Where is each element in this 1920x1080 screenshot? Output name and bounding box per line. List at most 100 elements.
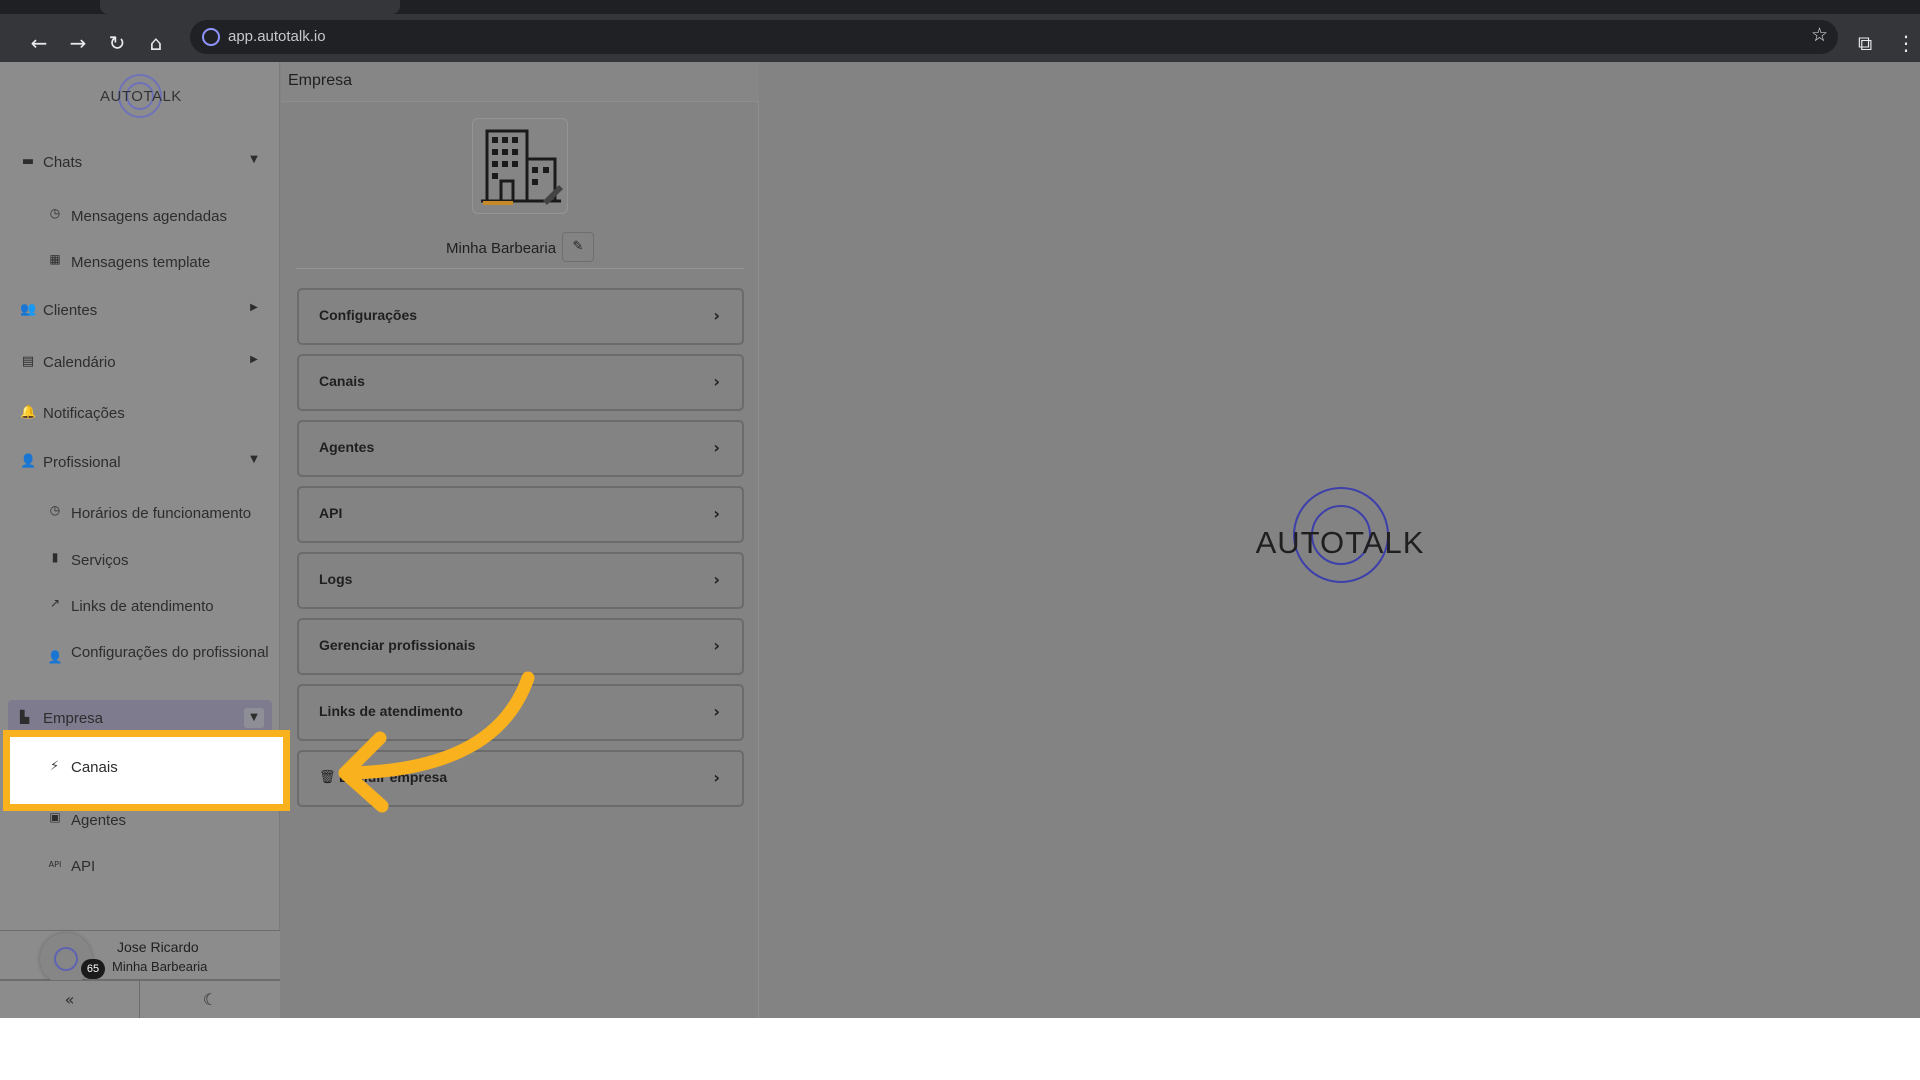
sidebar-item-label: Chats [43, 154, 83, 171]
building-icon: ▙ [20, 710, 30, 724]
menu-agentes-button[interactable]: Agentes › [297, 420, 744, 477]
caret-down-icon[interactable]: ▼ [244, 708, 264, 728]
menu-logs-button[interactable]: Logs › [297, 552, 744, 609]
sidebar-item-label: Links de atendimento [71, 598, 214, 615]
double-chevron-left-icon[interactable]: « [0, 981, 140, 1018]
sidebar: AUTOTALK ▬ Chats ▼ ◷ Mensagens agendadas… [0, 62, 280, 1018]
caret-down-icon[interactable]: ▼ [244, 454, 264, 465]
sidebar-item-mensagens-agendadas[interactable]: ◷ Mensagens agendadas [0, 200, 280, 230]
sidebar-item-mensagens-template[interactable]: ▦ Mensagens template [0, 246, 280, 276]
menu-excluir-empresa-button[interactable]: 🗑 Excluir empresa › [297, 750, 744, 807]
sidebar-item-links-atendimento[interactable]: ↗ Links de atendimento [0, 590, 280, 620]
menu-label: Agentes [319, 439, 375, 455]
caret-right-icon[interactable]: ▶ [244, 354, 264, 365]
user-cog-icon: 👤 [47, 650, 63, 664]
chevron-right-icon: › [713, 570, 720, 589]
moon-icon[interactable]: ☾ [140, 981, 280, 1018]
sidebar-item-label: Serviços [71, 552, 129, 569]
kebab-menu-icon[interactable]: ⋮ [1896, 28, 1916, 58]
star-icon[interactable]: ☆ [1811, 24, 1828, 46]
home-icon[interactable]: ⌂ [141, 28, 171, 58]
menu-gerenciar-profissionais-button[interactable]: Gerenciar profissionais › [297, 618, 744, 675]
sidebar-item-label: Horários de funcionamento [71, 505, 252, 522]
browser-toolbar: ← → ↻ ⌂ app.autotalk.io ☆ ⧉ ⋮ [0, 14, 1920, 62]
main-logo-text: AUTOTALK [1255, 525, 1425, 560]
user-company: Minha Barbearia [112, 959, 208, 974]
clipboard-icon: ▮ [51, 550, 59, 564]
forward-icon[interactable]: → [63, 28, 93, 58]
sidebar-item-label: Clientes [43, 302, 98, 319]
edit-icon: ✎ [572, 239, 584, 254]
address-bar-url[interactable]: app.autotalk.io [228, 28, 326, 45]
sidebar-item-profissional[interactable]: 👤 Profissional ▼ [0, 448, 280, 478]
company-name: Minha Barbearia [446, 240, 557, 257]
reload-icon[interactable]: ↻ [102, 28, 132, 58]
sidebar-item-label: Canais [71, 759, 118, 776]
browser-tabstrip [0, 0, 1920, 14]
company-panel: Empresa Minha Barbearia ✎ Configurações … [281, 62, 759, 1018]
chevron-right-icon: › [713, 306, 720, 325]
menu-label: API [319, 505, 343, 521]
sidebar-item-notificacoes[interactable]: 🔔 Notificações [0, 399, 280, 429]
menu-api-button[interactable]: API › [297, 486, 744, 543]
sidebar-item-label: Notificações [43, 405, 125, 422]
calendar-icon: ▤ [21, 354, 35, 369]
logo-text: AUTOTALK [100, 88, 182, 105]
users-icon: 👥 [20, 302, 37, 317]
main-logo: AUTOTALK [1255, 487, 1425, 599]
sidebar-item-label: Calendário [43, 354, 116, 371]
sidebar-item-label: Mensagens template [71, 254, 211, 271]
chevron-right-icon: › [713, 768, 720, 787]
sidebar-item-canais[interactable]: ⚡ Canais [3, 730, 290, 811]
api-icon: API [48, 860, 62, 869]
sidebar-item-label: Empresa [43, 710, 104, 727]
sidebar-logo: AUTOTALK [100, 74, 182, 122]
menu-label: Excluir empresa [339, 769, 448, 785]
sidebar-item-servicos[interactable]: ▮ Serviços [0, 544, 280, 574]
browser-tab-active[interactable] [100, 0, 400, 14]
plug-icon: ⚡ [50, 759, 60, 774]
sidebar-item-calendario[interactable]: ▤ Calendário ▶ [0, 348, 280, 378]
menu-canais-button[interactable]: Canais › [297, 354, 744, 411]
user-profile-bar[interactable]: 65 Jose Ricardo Minha Barbearia [0, 930, 280, 985]
edit-company-button[interactable]: ✎ [562, 232, 594, 262]
address-bar[interactable]: app.autotalk.io ☆ [190, 20, 1838, 54]
chat-icon: ▬ [21, 154, 35, 169]
sidebar-item-label: Configurações do profissional [71, 644, 269, 661]
caret-right-icon[interactable]: ▶ [244, 302, 264, 313]
sidebar-item-label: Mensagens agendadas [71, 208, 227, 225]
menu-label: Gerenciar profissionais [319, 637, 476, 653]
template-icon: ▦ [49, 252, 61, 266]
chevron-right-icon: › [713, 702, 720, 721]
sidebar-item-horarios[interactable]: ◷ Horários de funcionamento [0, 497, 280, 527]
menu-label: Links de atendimento [319, 703, 463, 719]
sidebar-item-api[interactable]: API API [0, 850, 280, 880]
notification-badge: 65 [81, 959, 105, 979]
sidebar-item-chats[interactable]: ▬ Chats ▼ [0, 148, 280, 178]
panel-title: Empresa [281, 62, 759, 102]
sidebar-item-clientes[interactable]: 👥 Clientes ▶ [0, 296, 280, 326]
back-icon[interactable]: ← [24, 28, 54, 58]
puzzle-icon[interactable]: ⧉ [1858, 28, 1872, 58]
site-icon [202, 28, 220, 46]
avatar[interactable] [40, 933, 92, 985]
chevron-right-icon: › [713, 372, 720, 391]
bell-icon: 🔔 [20, 405, 37, 420]
chevron-right-icon: › [713, 636, 720, 655]
user-cog-icon: 👤 [20, 454, 37, 469]
menu-label: Configurações [319, 307, 418, 323]
menu-links-atendimento-button[interactable]: Links de atendimento › [297, 684, 744, 741]
divider [296, 268, 744, 269]
menu-label: Canais [319, 373, 365, 389]
app-root: AUTOTALK ▬ Chats ▼ ◷ Mensagens agendadas… [0, 62, 1920, 1018]
sidebar-item-config-profissional[interactable]: 👤 Configurações do profissional [0, 636, 280, 682]
building-icon[interactable] [472, 118, 568, 214]
menu-configuracoes-button[interactable]: Configurações › [297, 288, 744, 345]
sidebar-item-label: API [71, 858, 96, 875]
external-link-icon: ↗ [49, 596, 61, 610]
caret-down-icon[interactable]: ▼ [244, 154, 264, 165]
sidebar-item-label: Profissional [43, 454, 121, 471]
clock-icon: ◷ [49, 503, 61, 517]
chevron-right-icon: › [713, 504, 720, 523]
robot-icon: ▣ [49, 810, 61, 824]
